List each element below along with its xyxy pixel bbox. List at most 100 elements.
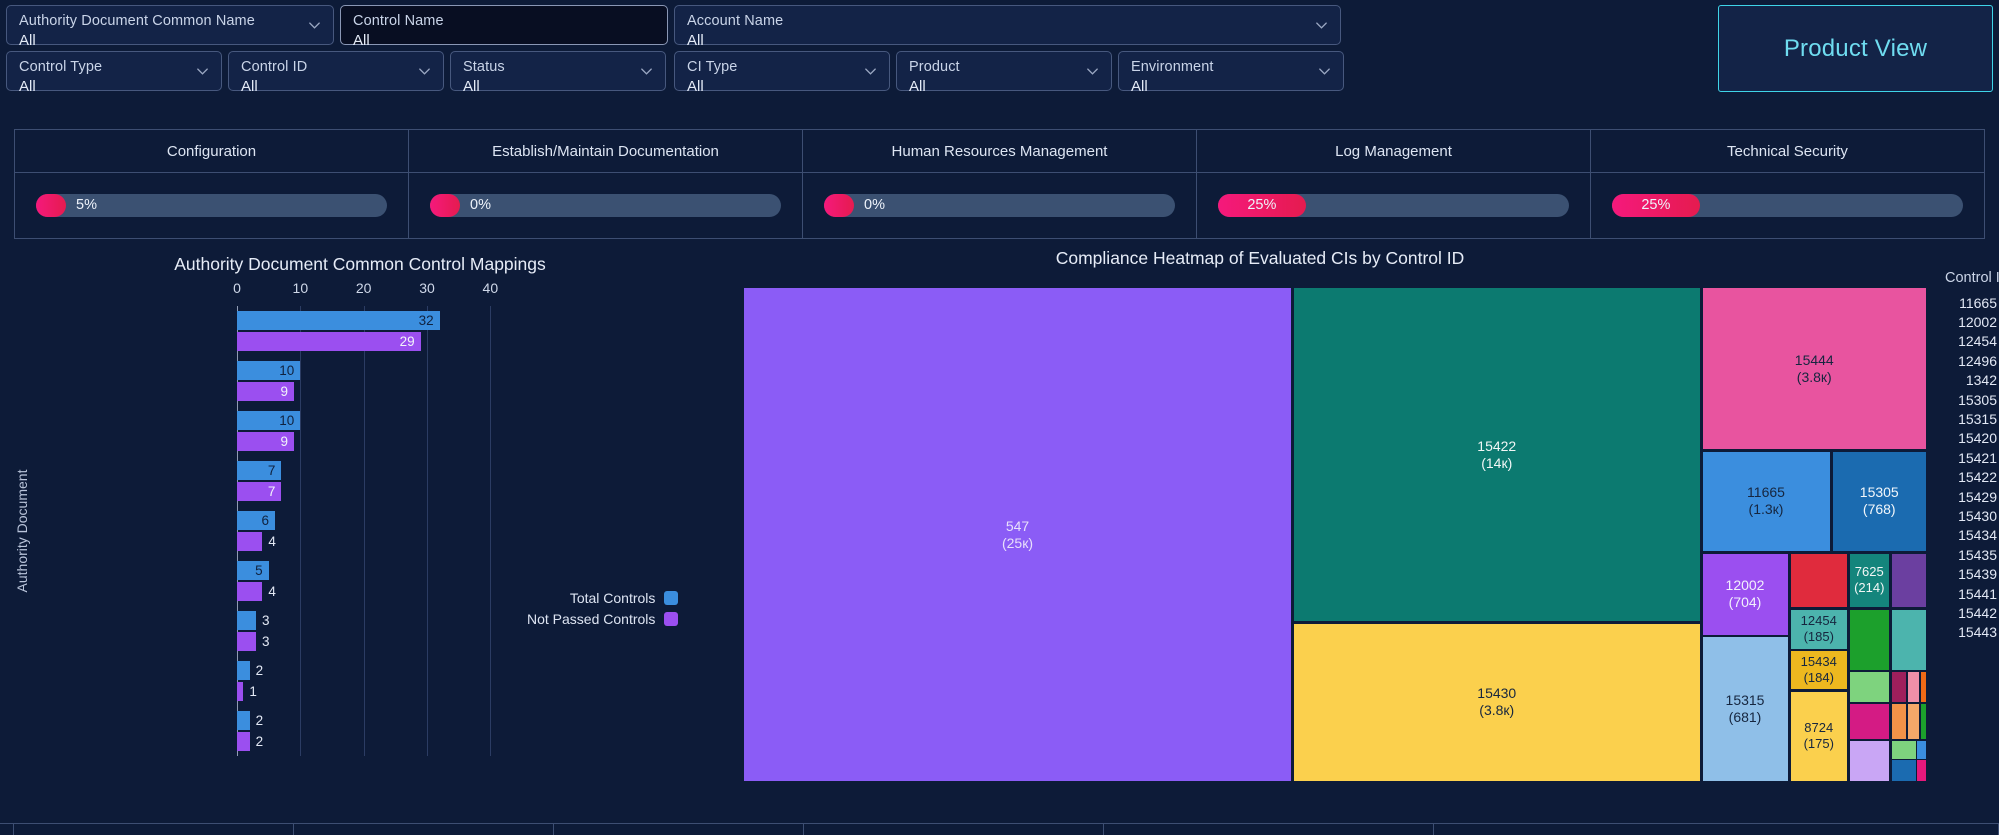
- treemap-legend-label: 11665: [1959, 294, 1997, 311]
- treemap-cell[interactable]: 12002 (704): [1702, 553, 1788, 635]
- treemap-cell[interactable]: [1891, 671, 1906, 702]
- kpi-title: Human Resources Management: [891, 142, 1108, 160]
- bar-segment[interactable]: [237, 711, 250, 730]
- treemap-cell[interactable]: [1917, 760, 1926, 781]
- bar-value-label: 5: [255, 563, 263, 578]
- chevron-down-icon[interactable]: [1085, 64, 1100, 79]
- treemap-legend-item[interactable]: 15422: [1945, 468, 1999, 487]
- filter-dropdown-ci-type[interactable]: CI Type All: [674, 51, 890, 95]
- treemap-legend-item[interactable]: 15442: [1945, 603, 1999, 622]
- treemap-legend-label: 12002: [1958, 314, 1997, 331]
- treemap-cell[interactable]: [1849, 609, 1889, 670]
- bar-segment[interactable]: [237, 582, 263, 601]
- chevron-down-icon[interactable]: [639, 64, 654, 79]
- treemap-cell[interactable]: [1891, 740, 1916, 759]
- filter-dropdown-account-name[interactable]: Account Name All: [674, 5, 1341, 49]
- filter-dropdown-control-name[interactable]: Control Name All: [340, 5, 668, 49]
- bar-value-label: 4: [268, 584, 276, 599]
- legend-item[interactable]: Not Passed Controls: [527, 609, 679, 629]
- filter-value: All: [19, 32, 36, 49]
- bar-segment[interactable]: [237, 682, 244, 701]
- treemap-cell[interactable]: [1920, 703, 1926, 739]
- progress-bar: 0%: [824, 194, 1175, 217]
- treemap-cell[interactable]: 547 (25к): [744, 288, 1291, 781]
- treemap-legend-item[interactable]: 15430: [1945, 506, 1999, 525]
- treemap-cell[interactable]: [1891, 760, 1916, 781]
- chevron-down-icon[interactable]: [195, 64, 210, 79]
- chevron-down-icon[interactable]: [863, 64, 878, 79]
- treemap-cell-label: 15434 (184): [1791, 654, 1848, 686]
- treemap-cell[interactable]: 15305 (768): [1832, 451, 1927, 551]
- treemap-cell-label: 12002 (704): [1703, 577, 1788, 611]
- treemap-legend-item[interactable]: 15443: [1945, 623, 1999, 642]
- treemap-cell-label: 15305 (768): [1833, 484, 1927, 518]
- treemap-legend-item[interactable]: 12002: [1945, 312, 1999, 331]
- treemap-cell-value: (175): [1803, 736, 1834, 752]
- treemap-cell[interactable]: 15315 (681): [1702, 637, 1788, 781]
- filter-dropdown-status[interactable]: Status All: [450, 51, 666, 95]
- treemap-cell[interactable]: [1849, 740, 1889, 781]
- treemap-cell[interactable]: 15434 (184): [1790, 651, 1848, 689]
- treemap-cell[interactable]: [1849, 703, 1889, 739]
- filter-dropdown-authority-document-common-name[interactable]: Authority Document Common Name All: [6, 5, 334, 49]
- treemap-cell[interactable]: [1921, 671, 1926, 702]
- bar-segment[interactable]: [237, 611, 256, 630]
- treemap-cell[interactable]: 15430 (3.8к): [1293, 623, 1700, 781]
- treemap-legend-item[interactable]: 15441: [1945, 584, 1999, 603]
- treemap-legend-item[interactable]: 11665: [1945, 293, 1999, 312]
- treemap-cell-value: (3.8к): [1479, 702, 1515, 719]
- treemap-cell[interactable]: 12454 (185): [1790, 609, 1847, 649]
- treemap-legend-item[interactable]: 15421: [1945, 448, 1999, 467]
- treemap-cell-value: (704): [1728, 594, 1762, 610]
- treemap-cell[interactable]: [1790, 553, 1847, 607]
- filter-dropdown-product[interactable]: Product All: [896, 51, 1112, 95]
- treemap-legend-label: 15420: [1958, 430, 1997, 447]
- treemap-legend-item[interactable]: 15429: [1945, 487, 1999, 506]
- bar-segment[interactable]: [237, 632, 256, 651]
- treemap-legend-item[interactable]: 15439: [1945, 564, 1999, 583]
- bar-chart-panel: Authority Document Common Control Mappin…: [0, 248, 720, 818]
- chevron-down-icon[interactable]: [1314, 18, 1329, 33]
- treemap-cell[interactable]: [1891, 703, 1906, 739]
- treemap-cell-value: (3.8к): [1796, 368, 1832, 385]
- treemap-cell[interactable]: 15422 (14к): [1293, 288, 1700, 621]
- treemap-legend-item[interactable]: 1342: [1945, 371, 1999, 390]
- filter-dropdown-control-type[interactable]: Control Type All: [6, 51, 222, 95]
- filter-value: All: [463, 78, 480, 95]
- treemap-legend-item[interactable]: 15315: [1945, 409, 1999, 428]
- kpi-strip: Configuration 5% Establish/Maintain Docume…: [14, 129, 1985, 239]
- product-view-button[interactable]: Product View: [1718, 5, 1993, 92]
- treemap-cell[interactable]: [1891, 553, 1926, 607]
- filter-dropdown-environment[interactable]: Environment All: [1118, 51, 1344, 95]
- treemap-cell[interactable]: [1849, 671, 1889, 702]
- treemap-legend-item[interactable]: 15434: [1945, 526, 1999, 545]
- treemap-cell-id: 8724: [1804, 720, 1834, 736]
- treemap-legend-label: 15429: [1958, 488, 1997, 505]
- treemap-legend-item[interactable]: 15305: [1945, 390, 1999, 409]
- treemap-cell-value: (25к): [1001, 534, 1034, 551]
- treemap-cell[interactable]: [1907, 703, 1919, 739]
- treemap-cell[interactable]: [1907, 671, 1919, 702]
- bar-segment[interactable]: [237, 732, 250, 751]
- filter-dropdown-control-id[interactable]: Control ID All: [228, 51, 444, 95]
- kpi-percent-label: 0%: [470, 197, 491, 213]
- chevron-down-icon[interactable]: [307, 18, 322, 33]
- treemap-cell-label: 7625 (214): [1850, 564, 1890, 596]
- chevron-down-icon[interactable]: [1317, 64, 1332, 79]
- treemap-cell[interactable]: 15444 (3.8к): [1702, 288, 1926, 449]
- bar-segment[interactable]: [237, 661, 250, 680]
- treemap-legend-item[interactable]: 12496: [1945, 351, 1999, 370]
- treemap-cell[interactable]: 7625 (214): [1849, 553, 1890, 607]
- treemap-cell[interactable]: [1891, 609, 1926, 670]
- treemap-cell[interactable]: 8724 (175): [1790, 691, 1847, 781]
- treemap-cell-id: 15422: [1477, 437, 1517, 454]
- treemap-legend-item[interactable]: 12454: [1945, 332, 1999, 351]
- bar-segment[interactable]: [237, 532, 263, 551]
- treemap-cell[interactable]: 11665 (1.3к): [1702, 451, 1830, 551]
- legend-item[interactable]: Total Controls: [527, 588, 679, 608]
- treemap-cell[interactable]: [1917, 740, 1926, 759]
- treemap-legend-item[interactable]: 15435: [1945, 545, 1999, 564]
- treemap-legend-item[interactable]: 15420: [1945, 429, 1999, 448]
- chevron-down-icon[interactable]: [417, 64, 432, 79]
- filter-value: All: [687, 78, 704, 95]
